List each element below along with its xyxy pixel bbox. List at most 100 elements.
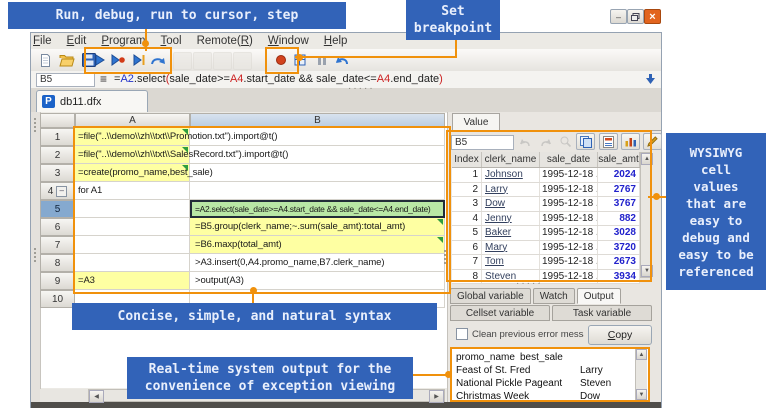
menu-item-remoter[interactable]: Remote(R) [197,35,253,47]
collapse-toggle-icon[interactable]: – [56,186,67,197]
tab-value[interactable]: Value [452,113,500,131]
cell-A4[interactable] [75,182,190,200]
undo-icon[interactable] [332,51,351,69]
value-table-row[interactable]: 3Dow1995-12-18 ...3767 [452,197,640,212]
row-header-7[interactable]: 7 [40,236,75,254]
cell-A6[interactable] [75,218,190,236]
value-table-row[interactable]: 8Steven1995-12-18 ...3934 [452,270,640,285]
clerk-name-link[interactable]: Dow [482,197,540,211]
run-icon[interactable] [89,51,108,69]
value-table-row[interactable]: 1Johnson1995-12-18 ...2024 [452,168,640,183]
menu-item-tool[interactable]: Tool [160,35,181,47]
cell-B9[interactable] [190,272,445,290]
formula-expression[interactable]: =A2.select(sale_date>=A4.start_date && s… [114,73,443,86]
scroll-right-icon[interactable]: ▶ [429,390,444,403]
row-header-4[interactable]: 4– [40,182,75,200]
cell-A1[interactable] [75,128,190,146]
row-header-3[interactable]: 3 [40,164,75,182]
menu-item-edit[interactable]: Edit [67,35,87,47]
row-header-1[interactable]: 1 [40,128,75,146]
row-header-10[interactable]: 10 [40,290,75,308]
tab-watch[interactable]: Watch [533,288,575,304]
report-icon[interactable] [599,133,618,150]
panel-splitter-dots[interactable] [444,250,446,264]
cell-A5[interactable] [75,200,190,218]
tab-output[interactable]: Output [577,288,621,304]
value-cell-reference[interactable]: B5 [451,135,514,150]
step-over-icon[interactable] [148,51,167,69]
cell-B1[interactable] [190,128,445,146]
scroll-up-icon[interactable]: ▲ [641,153,653,165]
cell-B7[interactable] [190,236,445,254]
redo-icon[interactable] [536,133,555,150]
new-file-icon[interactable] [36,51,55,69]
row-header-8[interactable]: 8 [40,254,75,272]
pause-icon[interactable] [312,51,331,69]
close-button[interactable]: × [644,9,661,24]
clean-error-checkbox[interactable] [456,328,468,340]
row-header-5[interactable]: 5 [40,200,75,218]
value-col-header-Index[interactable]: Index [452,152,482,167]
cell-B5[interactable] [190,200,445,218]
value-col-header-sale_date[interactable]: sale_date [540,152,598,167]
tab-cellset-variable[interactable]: Cellset variable [450,305,550,321]
search-icon[interactable] [556,133,575,150]
scroll-down-icon[interactable]: ▼ [641,265,653,277]
open-file-icon[interactable] [57,51,76,69]
cell-B4[interactable] [190,182,445,200]
minimize-button[interactable]: – [610,9,627,24]
scroll-up-icon[interactable]: ▲ [636,349,647,360]
chart-icon[interactable] [621,133,640,150]
column-header-B[interactable]: B [190,113,445,128]
value-table-row[interactable]: 6Mary1995-12-18 ...3720 [452,241,640,256]
value-table-row[interactable]: 5Baker1995-12-18 ...3028 [452,226,640,241]
value-col-header-clerk_name[interactable]: clerk_name [482,152,540,167]
tab-global-variable[interactable]: Global variable [450,288,531,304]
clerk-name-link[interactable]: Baker [482,226,540,240]
value-table-row[interactable]: 4Jenny1995-12-18 ...882 [452,212,640,227]
breakpoint-icon[interactable] [271,51,290,69]
cell-A3[interactable] [75,164,190,182]
value-col-header-sale_amt[interactable]: sale_amt [598,152,640,167]
restore-button[interactable] [627,9,644,24]
value-table-scrollbar[interactable]: ▲ ▼ [640,152,652,278]
cell-A2[interactable] [75,146,190,164]
row-header-9[interactable]: 9 [40,272,75,290]
clerk-name-link[interactable]: Jenny [482,212,540,226]
row-header-2[interactable]: 2 [40,146,75,164]
splitter-handle-dots[interactable]: ····· [348,86,375,92]
scroll-left-icon[interactable]: ◀ [89,390,104,403]
undo-icon[interactable] [515,133,534,150]
clerk-name-link[interactable]: Johnson [482,168,540,182]
cell-B2[interactable] [190,146,445,164]
cell-A7[interactable] [75,236,190,254]
menu-item-program[interactable]: Program [101,35,145,47]
menu-item-window[interactable]: Window [268,35,309,47]
cell-B6[interactable] [190,218,445,236]
copy-icon[interactable] [576,133,595,150]
tab-db11-dfx[interactable]: P db11.dfx [36,90,148,112]
menu-item-help[interactable]: Help [324,35,348,47]
value-table-row[interactable]: 2Larry1995-12-18 ...2767 [452,183,640,198]
output-scrollbar[interactable]: ▲ ▼ [635,349,647,400]
value-splitter-dots[interactable]: ····· [516,281,543,287]
grid-corner-cell[interactable] [40,113,75,128]
clerk-name-link[interactable]: Larry [482,183,540,197]
menu-item-file[interactable]: File [33,35,52,47]
copy-button[interactable]: Copy [588,325,652,345]
column-header-A[interactable]: A [75,113,190,128]
value-table-row[interactable]: 7Tom1995-12-18 ...2673 [452,255,640,270]
debug-icon[interactable] [108,51,127,69]
row-header-6[interactable]: 6 [40,218,75,236]
cell-A9[interactable] [75,272,190,290]
run-to-cursor-icon[interactable] [129,51,148,69]
tab-task-variable[interactable]: Task variable [552,305,652,321]
cell-B8[interactable] [190,254,445,272]
clerk-name-link[interactable]: Mary [482,241,540,255]
scroll-down-icon[interactable]: ▼ [636,389,647,400]
cell-A8[interactable] [75,254,190,272]
cell-reference-box[interactable]: B5 [36,73,95,87]
cell-B3[interactable] [190,164,445,182]
expand-formula-icon[interactable]: ≡ [97,72,110,86]
output-console[interactable]: promo_namebest_saleFeast of St. FredLarr… [450,347,650,402]
